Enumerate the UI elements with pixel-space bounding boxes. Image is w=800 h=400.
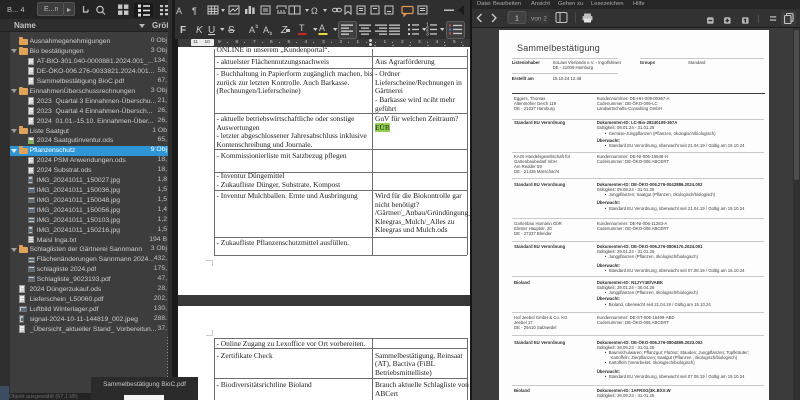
- svg-text:K: K: [196, 25, 204, 36]
- svg-text:T: T: [299, 23, 305, 33]
- svg-text:A: A: [176, 6, 182, 16]
- svg-text:Ω: Ω: [311, 6, 318, 16]
- svg-text:S: S: [228, 25, 235, 36]
- svg-text:b: b: [270, 31, 273, 37]
- svg-text:A: A: [263, 25, 269, 35]
- svg-text:¶: ¶: [192, 6, 197, 16]
- svg-text:A: A: [319, 23, 325, 33]
- svg-text:b: b: [256, 24, 259, 30]
- svg-text:F: F: [180, 25, 186, 36]
- svg-text:3: 3: [426, 32, 429, 38]
- svg-text:von 2: von 2: [531, 16, 547, 23]
- svg-text:U: U: [208, 25, 215, 36]
- svg-text:A: A: [249, 25, 255, 35]
- svg-text:1: 1: [515, 16, 519, 23]
